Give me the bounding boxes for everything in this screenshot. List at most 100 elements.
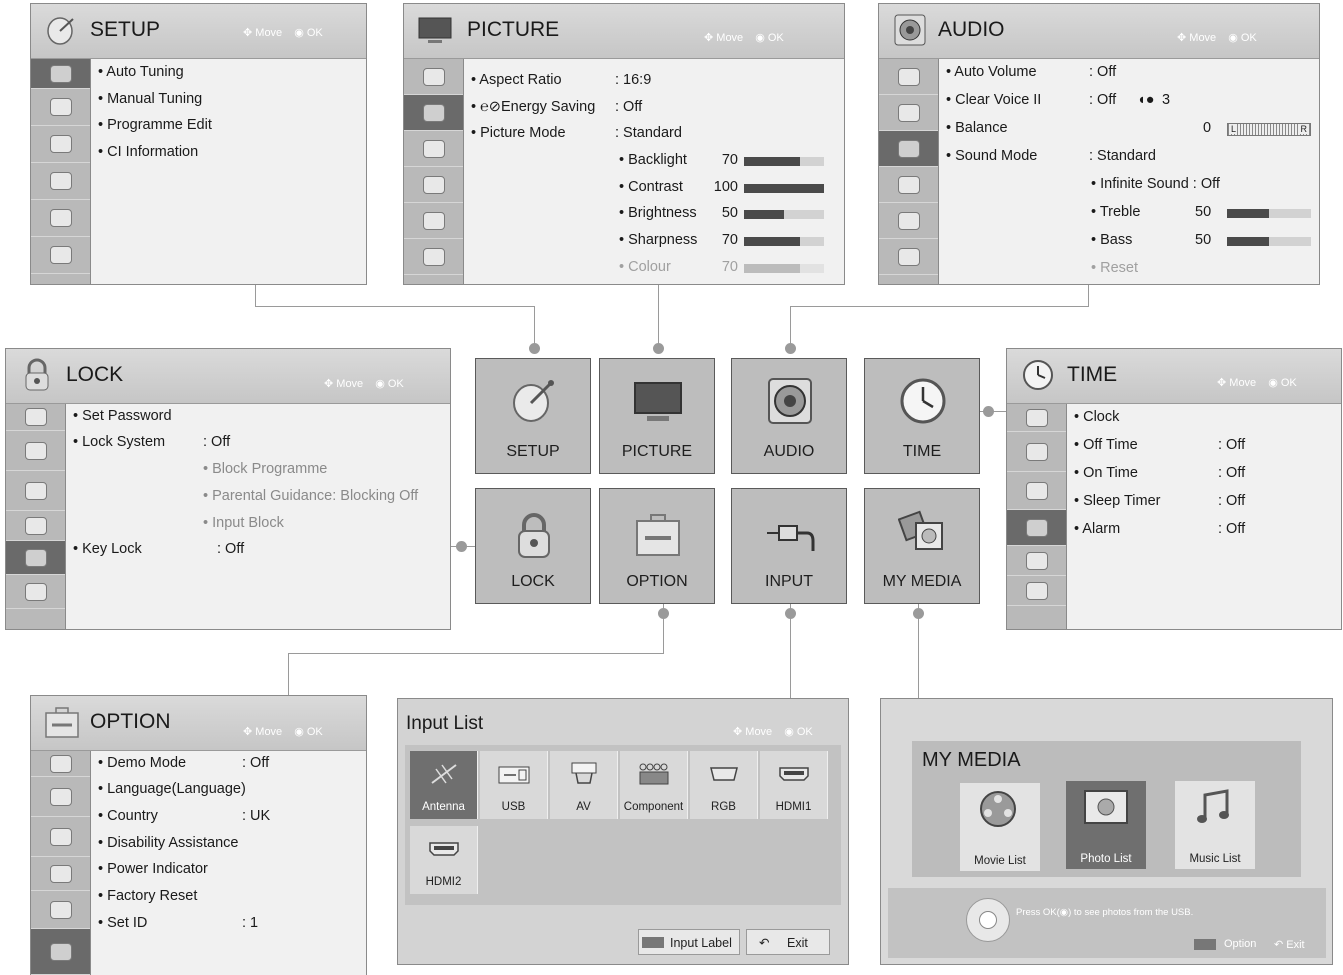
sidebar-item-time[interactable]	[31, 163, 90, 200]
input-item-hdmi2[interactable]: HDMI2	[410, 826, 478, 894]
sidebar-item-time[interactable]	[1007, 510, 1066, 546]
menu-item-reset[interactable]: • Reset	[1091, 260, 1138, 276]
menu-item-ci-information[interactable]: • CI Information	[98, 144, 198, 160]
input-item-usb[interactable]: USB	[480, 751, 548, 819]
sidebar-item-picture[interactable]	[1007, 432, 1066, 472]
menu-item-input-block[interactable]: • Input Block	[203, 515, 284, 531]
tile-my-media[interactable]: MY MEDIA	[864, 488, 980, 604]
menu-item-block-programme[interactable]: • Block Programme	[203, 461, 327, 477]
menu-item-picture-mode[interactable]: • Picture Mode	[471, 125, 566, 141]
sidebar-item-time[interactable]	[404, 167, 463, 203]
slider-label-contrast[interactable]: • Contrast	[619, 179, 683, 195]
tile-input[interactable]: INPUT	[731, 488, 847, 604]
menu-item-clear-voice[interactable]: • Clear Voice II	[946, 92, 1041, 108]
menu-item-auto-tuning[interactable]: • Auto Tuning	[98, 64, 184, 80]
menu-item-country[interactable]: • Country	[98, 808, 158, 824]
sidebar-item-picture[interactable]	[6, 431, 65, 471]
sidebar-item-audio[interactable]	[31, 126, 90, 163]
sidebar-item-audio[interactable]	[31, 817, 90, 857]
input-item-rgb[interactable]: RGB	[690, 751, 758, 819]
menu-item-energy-saving[interactable]: • ℮⊘Energy Saving	[471, 99, 595, 115]
tile-picture[interactable]: PICTURE	[599, 358, 715, 474]
slider-bar-backlight[interactable]	[744, 157, 824, 166]
slider-label-sharpness[interactable]: • Sharpness	[619, 232, 697, 248]
menu-item-parental-guidance[interactable]: • Parental Guidance: Blocking Off	[203, 488, 418, 504]
media-item-music-list[interactable]: Music List	[1175, 781, 1255, 869]
slider-bar-colour[interactable]	[744, 264, 824, 273]
input-item-hdmi1[interactable]: HDMI1	[760, 751, 828, 819]
slider-bar-brightness[interactable]	[744, 210, 824, 219]
sidebar-item-lock[interactable]	[31, 891, 90, 929]
sidebar-item-picture[interactable]	[31, 89, 90, 126]
sidebar-item-setup[interactable]	[879, 59, 938, 95]
sidebar-item-audio[interactable]	[6, 471, 65, 511]
slider-bar-treble[interactable]	[1227, 209, 1311, 218]
menu-item-disability-assistance[interactable]: • Disability Assistance	[98, 835, 238, 851]
sidebar-item-picture[interactable]	[879, 95, 938, 131]
input-item-antenna[interactable]: Antenna	[410, 751, 478, 819]
sidebar-item-time[interactable]	[6, 511, 65, 541]
media-item-photo-list[interactable]: Photo List	[1066, 781, 1146, 869]
input-item-av[interactable]: AV	[550, 751, 618, 819]
slider-bar-bass[interactable]	[1227, 237, 1311, 246]
sidebar-item-setup[interactable]	[404, 59, 463, 95]
sidebar-item-setup[interactable]	[31, 751, 90, 777]
sidebar-item-option[interactable]	[6, 575, 65, 609]
slider-bar-contrast[interactable]	[744, 184, 824, 193]
sidebar-item-time[interactable]	[879, 167, 938, 203]
menu-item-clock[interactable]: • Clock	[1074, 409, 1119, 425]
menu-item-off-time[interactable]: • Off Time	[1074, 437, 1138, 453]
media-item-movie-list[interactable]: Movie List	[960, 783, 1040, 871]
sidebar-item-lock[interactable]	[6, 541, 65, 575]
menu-item-power-indicator[interactable]: • Power Indicator	[98, 861, 208, 877]
menu-item-factory-reset[interactable]: • Factory Reset	[98, 888, 197, 904]
sidebar-item-lock[interactable]	[31, 200, 90, 237]
sidebar-item-option[interactable]	[879, 239, 938, 275]
menu-item-infinite-sound[interactable]: • Infinite Sound : Off	[1091, 176, 1220, 192]
sidebar-item-lock[interactable]	[879, 203, 938, 239]
tile-lock[interactable]: LOCK	[475, 488, 591, 604]
sidebar-item-audio[interactable]	[879, 131, 938, 167]
menu-item-aspect-ratio[interactable]: • Aspect Ratio	[471, 72, 562, 88]
option-button[interactable]: Option	[1194, 938, 1256, 950]
menu-item-manual-tuning[interactable]: • Manual Tuning	[98, 91, 202, 107]
sidebar-item-audio[interactable]	[404, 131, 463, 167]
slider-label-colour[interactable]: • Colour	[619, 259, 671, 275]
slider-label-brightness[interactable]: • Brightness	[619, 205, 697, 221]
menu-item-sound-mode[interactable]: • Sound Mode	[946, 148, 1037, 164]
sidebar-item-time[interactable]	[31, 857, 90, 891]
tile-time[interactable]: TIME	[864, 358, 980, 474]
sidebar-item-picture[interactable]	[404, 95, 463, 131]
tile-option[interactable]: OPTION	[599, 488, 715, 604]
tile-setup[interactable]: SETUP	[475, 358, 591, 474]
menu-item-balance[interactable]: • Balance	[946, 120, 1008, 136]
sidebar-item-option[interactable]	[404, 239, 463, 275]
nav-dial-icon[interactable]	[966, 898, 1010, 942]
slider-label-bass[interactable]: • Bass	[1091, 232, 1132, 248]
sidebar-item-picture[interactable]	[31, 777, 90, 817]
slider-label-treble[interactable]: • Treble	[1091, 204, 1140, 220]
menu-item-alarm[interactable]: • Alarm	[1074, 521, 1120, 537]
tile-audio[interactable]: AUDIO	[731, 358, 847, 474]
input-item-component[interactable]: Component	[620, 751, 688, 819]
menu-item-lock-system[interactable]: • Lock System	[73, 434, 165, 450]
menu-item-demo-mode[interactable]: • Demo Mode	[98, 755, 186, 771]
exit-button[interactable]: ↶ Exit	[1274, 938, 1305, 951]
balance-bar[interactable]: L R	[1227, 123, 1311, 136]
exit-button[interactable]: ↶ Exit	[746, 929, 830, 955]
sidebar-item-option[interactable]	[31, 929, 90, 975]
menu-item-programme-edit[interactable]: • Programme Edit	[98, 117, 212, 133]
menu-item-set-id[interactable]: • Set ID	[98, 915, 147, 931]
menu-item-sleep-timer[interactable]: • Sleep Timer	[1074, 493, 1160, 509]
sidebar-item-setup[interactable]	[1007, 404, 1066, 432]
menu-item-key-lock[interactable]: • Key Lock	[73, 541, 142, 557]
menu-item-language[interactable]: • Language(Language)	[98, 781, 246, 797]
menu-item-auto-volume[interactable]: • Auto Volume	[946, 64, 1037, 80]
slider-label-backlight[interactable]: • Backlight	[619, 152, 687, 168]
menu-item-set-password[interactable]: • Set Password	[73, 408, 172, 424]
sidebar-item-audio[interactable]	[1007, 472, 1066, 510]
sidebar-item-lock[interactable]	[1007, 546, 1066, 576]
sidebar-item-setup[interactable]	[6, 404, 65, 431]
menu-item-on-time[interactable]: • On Time	[1074, 465, 1138, 481]
input-label-button[interactable]: Input Label	[638, 929, 740, 955]
